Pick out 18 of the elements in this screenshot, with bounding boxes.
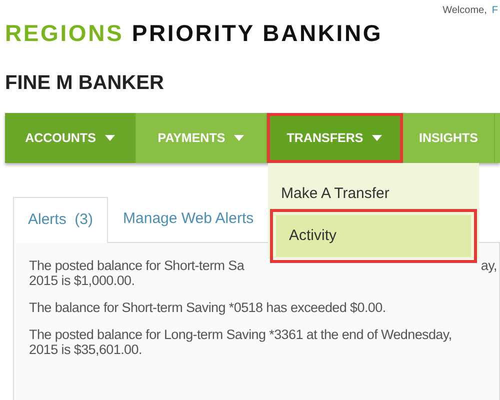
nav-tab[interactable]: INSIGHTS: [403, 113, 495, 163]
menu-item[interactable]: Make A Transfer: [268, 173, 479, 215]
alert-text: 2015 is $1,000.00.: [29, 273, 136, 288]
alert-text: 2015 is $35,601.00.: [29, 342, 143, 357]
nav-tab[interactable]: ACCOUNTS: [5, 113, 136, 163]
welcome-text: Welcome,: [442, 4, 487, 18]
alert-text: The posted balance for Short-term Sa: [29, 258, 244, 273]
nav-tab[interactable]: PAYMENTS: [136, 113, 267, 163]
alert-text: The balance for Short-term Saving *0518 has exceeded $0.00.: [29, 300, 386, 315]
alert-text: The posted balance for Long-term Saving *3361 at the end of Wednesday,: [29, 327, 452, 342]
menu-item[interactable]: Activity: [276, 215, 471, 257]
alert-text: ay,: [480, 258, 497, 273]
logo: REGIONS PRIORITY BANKING: [5, 19, 383, 48]
nav-tab[interactable]: TRANSFERS: [267, 113, 403, 163]
tab[interactable]: Alerts (3): [13, 197, 108, 243]
tab[interactable]: Manage Web Alerts: [108, 196, 269, 242]
client-name: FINE M BANKER: [4, 71, 165, 96]
user-name-link[interactable]: F: [492, 3, 498, 49]
